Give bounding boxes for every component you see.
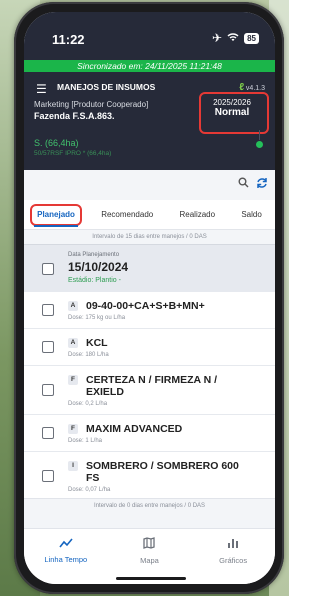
interval-label-bottom: Intervalo de 0 dias entre manejos / 0 DA… [24,498,275,512]
item-checkbox[interactable] [42,384,54,396]
item-name: 09-40-00+CA+S+B+MN+ [86,300,205,312]
bar-chart-icon [198,537,268,552]
item-checkbox[interactable] [42,470,54,482]
search-icon[interactable] [238,177,249,191]
bottom-nav: Linha Tempo Mapa Gráficos [24,528,275,584]
toolbar [24,170,275,200]
refresh-icon[interactable] [256,177,268,192]
date-group-value: 15/10/2024 [68,260,129,274]
status-icons: ✈ 85 [212,31,259,45]
status-bar: 11:22 ✈ 85 [24,12,275,60]
status-time: 11:22 [52,32,85,47]
item-name: SOMBRERO / SOMBRERO 600 FS [86,460,239,484]
group-checkbox[interactable] [42,263,54,275]
item-name: MAXIM ADVANCED [86,423,183,435]
item-type-badge: A [68,301,78,311]
app-screen: 11:22 ✈ 85 Sincronizado em: 24/11/2025 1… [24,12,275,584]
connector-line [259,130,260,140]
company-label: Marketing [Produtor Cooperado] [34,100,149,109]
season-highlight-box [199,92,269,134]
background-scene: 11:22 ✈ 85 Sincronizado em: 24/11/2025 1… [0,0,289,596]
date-group-header: Data Planejamento 15/10/2024 Estádio: Pl… [24,244,275,292]
item-checkbox[interactable] [42,427,54,439]
wifi-icon [227,31,239,45]
item-dose: Dose: 175 kg ou L/ha [68,315,126,321]
tab-realizado[interactable]: Realizado [176,210,220,219]
list-item[interactable]: A KCL Dose: 180 L/ha [24,329,275,366]
item-type-badge: F [68,375,78,385]
app-header: ☰ MANEJOS DE INSUMOS ℓ v4.1.3 Marketing … [24,72,275,170]
tab-recomendado[interactable]: Recomendado [97,210,157,219]
farm-name[interactable]: Fazenda F.S.A.863. [34,111,115,121]
item-dose: Dose: 0,2 L/ha [68,401,108,407]
item-checkbox[interactable] [42,341,54,353]
battery-icon: 85 [244,32,259,44]
nav-label: Mapa [140,556,159,565]
item-dose: Dose: 1 L/ha [68,438,103,444]
home-indicator [116,577,186,580]
item-type-badge: A [68,338,78,348]
area-detail: 50/57RSF IPRO * (66,4ha) [34,150,112,157]
nav-label: Linha Tempo [44,555,88,564]
list-item[interactable]: I SOMBRERO / SOMBRERO 600 FS Dose: 0,07 … [24,452,275,501]
map-icon [114,537,184,552]
page-title: MANEJOS DE INSUMOS [57,82,156,92]
interval-label: Intervalo de 15 dias entre manejos / 0 D… [24,230,275,244]
tab-highlight-box [30,204,82,226]
sync-banner: Sincronizado em: 24/11/2025 11:21:48 [24,60,275,72]
list-item[interactable]: F MAXIM ADVANCED Dose: 1 L/ha [24,415,275,452]
list-item[interactable]: A 09-40-00+CA+S+B+MN+ Dose: 175 kg ou L/… [24,292,275,329]
item-type-badge: F [68,424,78,434]
item-dose: Dose: 180 L/ha [68,352,109,358]
list-item[interactable]: F CERTEZA N / FIRMEZA N / EXIELD Dose: 0… [24,366,275,415]
airplane-icon: ✈ [212,31,223,45]
tab-bar: Planejado Recomendado Realizado Saldo [24,200,275,230]
date-group-stage: Estádio: Plantio - [68,277,121,284]
item-name: CERTEZA N / FIRMEZA N / EXIELD [86,374,218,398]
nav-linha-tempo[interactable]: Linha Tempo [31,537,101,584]
date-group-label: Data Planejamento [68,252,120,258]
area-label[interactable]: S. (66,4ha) [34,138,79,148]
timeline-icon [31,537,101,551]
status-dot [256,141,263,148]
nav-graficos[interactable]: Gráficos [198,537,268,584]
item-dose: Dose: 0,07 L/ha [68,487,111,493]
item-checkbox[interactable] [42,304,54,316]
hamburger-icon[interactable]: ☰ [36,83,48,95]
item-name: KCL [86,337,108,349]
tab-saldo[interactable]: Saldo [237,210,265,219]
active-tab-indicator [34,225,78,227]
item-type-badge: I [68,461,78,471]
version-text: v4.1.3 [245,85,265,92]
nav-label: Gráficos [219,556,248,565]
